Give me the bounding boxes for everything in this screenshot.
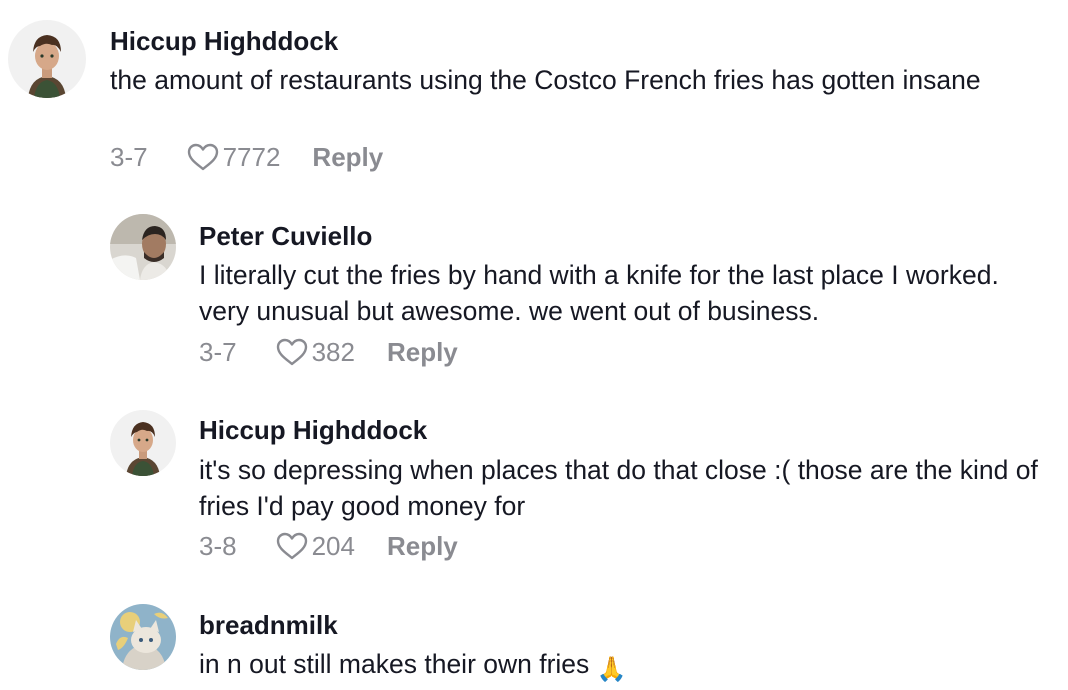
- avatar[interactable]: [110, 214, 176, 280]
- comment-meta: 3-7 382 Reply: [199, 337, 458, 367]
- comment-meta: 3-8 204 Reply: [199, 531, 458, 561]
- comment-username[interactable]: Hiccup Highddock: [110, 26, 338, 56]
- comment-username[interactable]: Hiccup Highddock: [199, 415, 427, 445]
- like-button[interactable]: 204: [275, 531, 355, 562]
- like-count: 204: [311, 530, 355, 561]
- comment-date: 3-7: [199, 336, 237, 367]
- comment-text: I literally cut the fries by hand with a…: [199, 260, 999, 326]
- user-avatar-icon: [8, 20, 86, 98]
- praying-hands-icon: 🙏: [596, 656, 627, 683]
- comment-text-body: in n out still makes their own fries: [199, 649, 590, 679]
- comment-date: 3-8: [199, 530, 237, 561]
- reply-button[interactable]: Reply: [387, 531, 458, 562]
- avatar[interactable]: [110, 604, 176, 670]
- like-count: 382: [311, 336, 355, 367]
- like-button[interactable]: 382: [275, 337, 355, 368]
- comment-username[interactable]: Peter Cuviello: [199, 221, 372, 251]
- heart-icon: [187, 143, 218, 171]
- comment-username[interactable]: breadnmilk: [199, 610, 338, 640]
- like-count: 7772: [222, 141, 281, 172]
- comment-meta: 3-7 7772 Reply: [110, 142, 383, 172]
- comment-text: it's so depressing when places that do t…: [199, 455, 1038, 521]
- heart-icon: [276, 338, 307, 366]
- avatar[interactable]: [110, 410, 176, 476]
- avatar[interactable]: [8, 20, 86, 98]
- reply-button[interactable]: Reply: [312, 142, 383, 173]
- comment-date: 3-7: [110, 141, 148, 172]
- heart-icon: [276, 532, 307, 560]
- user-avatar-icon: [110, 410, 176, 476]
- user-avatar-icon: [110, 604, 176, 670]
- user-avatar-icon: [110, 214, 176, 280]
- comment-text: the amount of restaurants using the Cost…: [110, 65, 981, 95]
- comment-text: in n out still makes their own fries 🙏: [199, 646, 1059, 688]
- reply-button[interactable]: Reply: [387, 337, 458, 368]
- like-button[interactable]: 7772: [186, 141, 281, 173]
